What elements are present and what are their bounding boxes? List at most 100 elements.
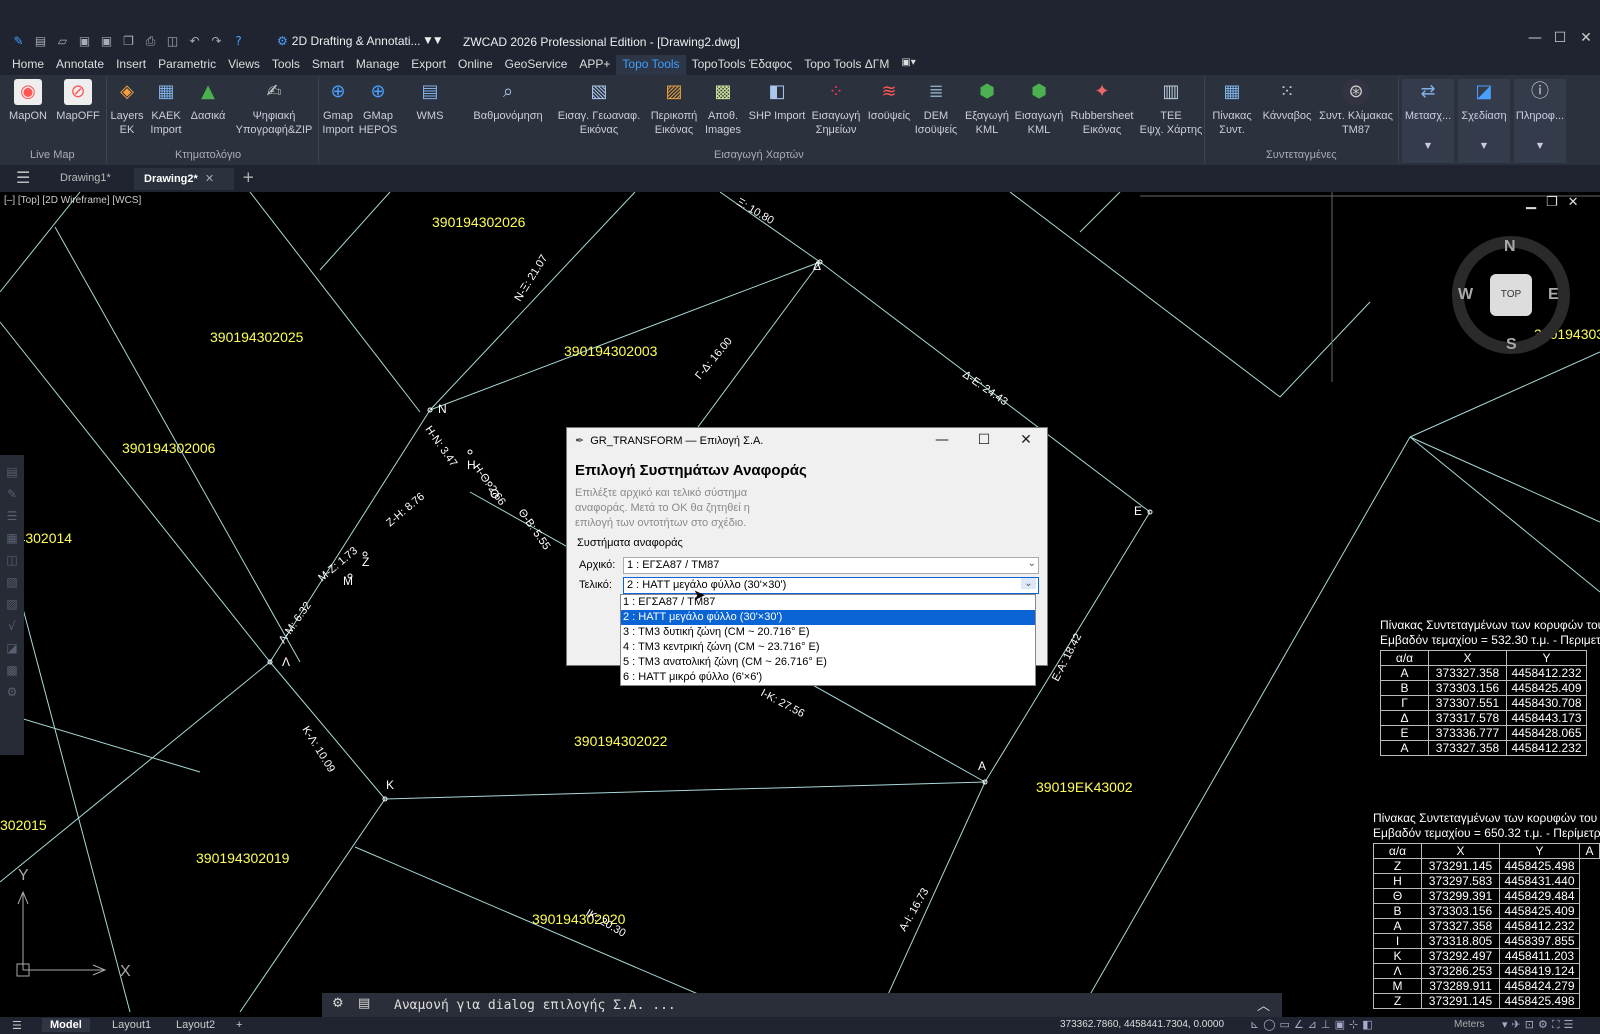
coords-table-button[interactable]: ▦ Πίνακας Συντ. xyxy=(1208,79,1256,137)
tab-insert[interactable]: Insert xyxy=(110,55,152,75)
redo-icon[interactable]: ↷ xyxy=(208,33,225,49)
shp-import-button[interactable]: ◧ SHP Import xyxy=(746,79,808,123)
tool-icon[interactable]: ✎ xyxy=(7,487,17,501)
dropdown-option[interactable]: 1 : ΕΓΣΑ87 / TM87 xyxy=(621,595,1035,610)
hamburger-menu-icon[interactable]: ☰ xyxy=(10,168,36,190)
layers-ek-button[interactable]: ◈ Layers EK xyxy=(110,79,144,137)
save-icon[interactable]: ▣ xyxy=(76,33,93,49)
tab-parametric[interactable]: Parametric xyxy=(152,55,222,75)
contours-button[interactable]: ≋ Ισοϋψείς xyxy=(864,79,914,123)
tab-drawing2[interactable]: Drawing2* ✕ xyxy=(134,168,234,190)
tab-views[interactable]: Views xyxy=(222,55,266,75)
workspace-selector[interactable]: ⚙ 2D Drafting & Annotati... ▼ ▼ xyxy=(277,34,441,48)
hamburger-menu-icon[interactable]: ☰ xyxy=(4,1018,30,1033)
dropdown-option[interactable]: 5 : ΤΜ3 ανατολική ζώνη (CM ~ 26.716° E) xyxy=(621,655,1035,670)
tab-topo-tools-dgm[interactable]: Topo Tools ΔΓΜ xyxy=(798,55,895,75)
source-combo[interactable]: 1 : ΕΓΣΑ87 / TM87 ⌄ xyxy=(623,557,1039,574)
tool-icon[interactable]: ▧ xyxy=(6,575,17,589)
mapoff-button[interactable]: ⊘ MapOFF xyxy=(56,79,100,123)
tool-icon[interactable]: ▦ xyxy=(6,531,17,545)
close-button[interactable]: ✕ xyxy=(1574,30,1598,50)
tool-icon[interactable]: ◫ xyxy=(6,553,17,567)
tab-home[interactable]: Home xyxy=(6,55,50,75)
tab-export[interactable]: Export xyxy=(405,55,452,75)
new-icon[interactable]: ▤ xyxy=(32,33,49,49)
tab-tools[interactable]: Tools xyxy=(266,55,306,75)
tab-app-plus[interactable]: APP+ xyxy=(573,55,616,75)
tool-icon[interactable]: ☰ xyxy=(7,509,18,523)
status-tools[interactable]: ▾✈⊡⚙⛶☰ xyxy=(1502,1018,1577,1032)
undo-icon[interactable]: ↶ xyxy=(186,33,203,49)
target-combo[interactable]: 2 : ΗΑΤΤ μεγάλο φύλλο (30'×30') ⌄ xyxy=(623,577,1039,594)
tab-online[interactable]: Online xyxy=(452,55,499,75)
dialog-maximize-button[interactable]: ☐ xyxy=(963,428,1005,454)
tab-manage[interactable]: Manage xyxy=(350,55,405,75)
georef-image-button[interactable]: ▧ Εισαγ. Γεωαναφ. Εικόνας xyxy=(556,79,642,137)
command-history-icon[interactable]: ▤ xyxy=(358,996,370,1011)
grid-button[interactable]: ⁙ Κάνναβος xyxy=(1260,79,1314,123)
tee-map-button[interactable]: ▥ TEE Εψχ. Χάρτης xyxy=(1138,79,1204,137)
dem-contours-button[interactable]: ≣ DEM Ισοϋψείς xyxy=(914,79,958,137)
transform-button[interactable]: ⇄ Μετασχ... ▼ xyxy=(1402,79,1454,163)
viewcube[interactable]: TOP N S E W xyxy=(1452,236,1570,354)
rubbersheet-button[interactable]: ✦ Rubbersheet Εικόνας xyxy=(1064,79,1140,137)
command-line[interactable]: ⚙ ▤ Αναμονή για dialog επιλογής Σ.Α. ...… xyxy=(322,993,1282,1017)
import-kml-button[interactable]: ⬢ Εισαγωγή KML xyxy=(1014,79,1064,137)
tool-icon[interactable]: ▨ xyxy=(6,597,17,611)
tab-topotools-edafos[interactable]: TopoTools Έδαφος xyxy=(686,55,799,75)
gear-icon[interactable]: ⚙ xyxy=(332,996,344,1011)
kaek-import-button[interactable]: ▦ KAEK Import xyxy=(148,79,184,137)
dialog-close-button[interactable]: ✕ xyxy=(1005,428,1047,454)
forest-button[interactable]: ▲ Δασικά xyxy=(188,79,228,123)
save-as-icon[interactable]: ▣ xyxy=(98,33,115,49)
tab-geoservice[interactable]: GeoService xyxy=(499,55,574,75)
calibration-button[interactable]: ⌕ Βαθμονόμηση xyxy=(472,79,544,123)
gmap-hepos-button[interactable]: ⊕ GMap HEPOS xyxy=(358,79,398,137)
copy-icon[interactable]: ❐ xyxy=(120,33,137,49)
tab-layout1[interactable]: Layout1 xyxy=(104,1018,159,1032)
scale-coords-button[interactable]: ⊛ Συντ. Κλίμακας TM87 xyxy=(1316,79,1396,137)
dropdown-option[interactable]: 2 : ΗΑΤΤ μεγάλο φύλλο (30'×30') xyxy=(621,610,1035,625)
tab-drawing1[interactable]: Drawing1* xyxy=(50,168,121,190)
dropdown-option[interactable]: 6 : ΗΑΤΤ μικρό φύλλο (6'×6') xyxy=(621,670,1035,685)
mapon-button[interactable]: ◉ MapON xyxy=(8,79,48,123)
open-icon[interactable]: ▱ xyxy=(54,33,71,49)
viewcube-top-face[interactable]: TOP xyxy=(1490,274,1532,316)
dropdown-option[interactable]: 3 : ΤΜ3 δυτική ζώνη (CM ~ 20.716° E) xyxy=(621,625,1035,640)
tool-icon[interactable]: ◪ xyxy=(6,641,17,655)
info-button[interactable]: ⓘ Πληροφ... ▼ xyxy=(1514,79,1566,163)
tab-smart[interactable]: Smart xyxy=(306,55,350,75)
gmap-import-button[interactable]: ⊕ Gmap Import xyxy=(320,79,356,137)
tab-topo-tools[interactable]: Topo Tools xyxy=(616,55,686,75)
viewport-minimize-icon[interactable]: ▁ xyxy=(1526,195,1536,210)
tab-model[interactable]: Model xyxy=(42,1018,90,1032)
app-menu-icon[interactable]: ✎ xyxy=(10,33,27,49)
viewport-close-icon[interactable]: ✕ xyxy=(1568,195,1579,210)
tab-annotate[interactable]: Annotate xyxy=(50,55,110,75)
units-label[interactable]: Meters xyxy=(1454,1019,1485,1030)
chevron-up-icon[interactable]: ︿ xyxy=(1257,995,1270,1014)
ribbon-toggle-icon[interactable]: ▣▾ xyxy=(895,55,921,75)
viewport-label[interactable]: [–] [Top] [2D Wireframe] [WCS] xyxy=(4,195,141,206)
tool-icon[interactable]: ⚙ xyxy=(7,685,18,699)
viewport-restore-icon[interactable]: ❐ xyxy=(1546,195,1558,210)
import-points-button[interactable]: ⁘ Εισαγωγή Σημείων xyxy=(808,79,864,137)
tool-icon[interactable]: ▤ xyxy=(6,465,17,479)
drawing-button[interactable]: ◪ Σχεδίαση ▼ xyxy=(1458,79,1510,163)
help-icon[interactable]: ? xyxy=(230,33,247,49)
digital-signature-button[interactable]: ✍ Ψηφιακή Υπογραφή&ZIP xyxy=(232,79,316,137)
add-layout-icon[interactable]: + xyxy=(228,1018,250,1032)
tool-icon[interactable]: ▩ xyxy=(6,663,17,677)
minimize-button[interactable]: — xyxy=(1523,30,1547,50)
maximize-button[interactable]: ☐ xyxy=(1548,30,1572,50)
dialog-minimize-button[interactable]: — xyxy=(921,428,963,454)
crop-image-button[interactable]: ▨ Περικοπή Εικόνας xyxy=(648,79,700,137)
tool-icon[interactable]: √ xyxy=(8,619,16,633)
close-tab-icon[interactable]: ✕ xyxy=(205,172,214,185)
preview-icon[interactable]: ◫ xyxy=(164,33,181,49)
status-toggles[interactable]: ⊾◯▭∠⊿⊥▣⊹◧ xyxy=(1250,1018,1377,1031)
print-icon[interactable]: ⎙ xyxy=(142,33,159,49)
save-images-button[interactable]: ▩ Αποθ. Images xyxy=(700,79,746,137)
dropdown-option[interactable]: 4 : ΤΜ3 κεντρική ζώνη (CM ~ 23.716° E) xyxy=(621,640,1035,655)
wms-button[interactable]: ▤ WMS xyxy=(412,79,448,123)
